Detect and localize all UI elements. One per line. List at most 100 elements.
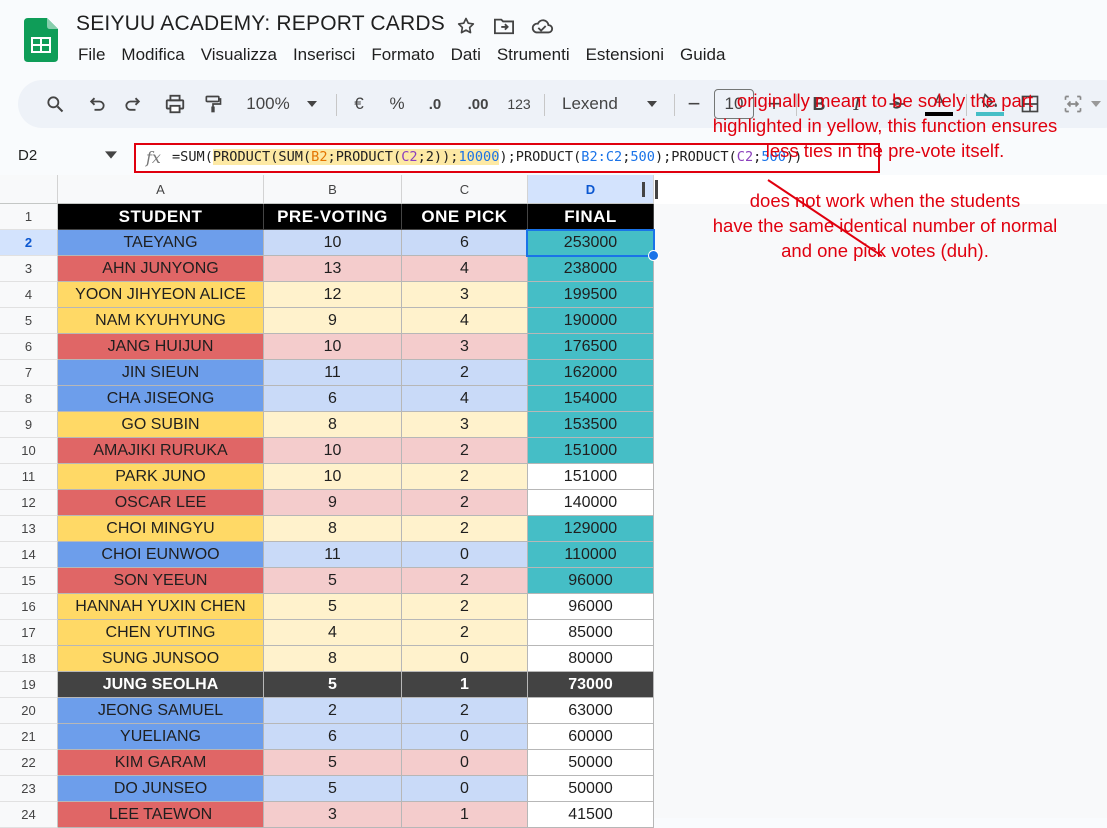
increase-decimal-button[interactable]: .00: [460, 80, 496, 128]
pre-voting-cell[interactable]: 13: [264, 256, 402, 282]
one-pick-cell[interactable]: 4: [402, 386, 528, 412]
pre-voting-cell[interactable]: 5: [264, 776, 402, 802]
pre-voting-cell[interactable]: 8: [264, 412, 402, 438]
fill-handle[interactable]: [648, 250, 659, 261]
one-pick-cell[interactable]: 3: [402, 412, 528, 438]
row-header-7[interactable]: 7: [0, 360, 58, 386]
menu-dati[interactable]: Dati: [443, 44, 489, 66]
one-pick-cell[interactable]: 0: [402, 776, 528, 802]
menu-guida[interactable]: Guida: [672, 44, 733, 66]
final-score-cell[interactable]: 80000: [528, 646, 654, 672]
row-header-3[interactable]: 3: [0, 256, 58, 282]
row-header-2[interactable]: 2: [0, 230, 58, 256]
menu-modifica[interactable]: Modifica: [113, 44, 192, 66]
print-icon[interactable]: [160, 80, 190, 128]
one-pick-cell[interactable]: 2: [402, 438, 528, 464]
paint-format-icon[interactable]: [198, 80, 228, 128]
font-select[interactable]: Lexend: [554, 80, 636, 128]
row-header-9[interactable]: 9: [0, 412, 58, 438]
final-score-cell[interactable]: 63000: [528, 698, 654, 724]
final-score-cell[interactable]: 151000: [528, 438, 654, 464]
final-score-cell[interactable]: 110000: [528, 542, 654, 568]
pre-voting-cell[interactable]: 10: [264, 464, 402, 490]
row-header-12[interactable]: 12: [0, 490, 58, 516]
pre-voting-cell[interactable]: 6: [264, 386, 402, 412]
sheets-logo-icon[interactable]: [24, 18, 58, 62]
pre-voting-cell[interactable]: 3: [264, 802, 402, 828]
row-header-11[interactable]: 11: [0, 464, 58, 490]
row-header-22[interactable]: 22: [0, 750, 58, 776]
row-header-19[interactable]: 19: [0, 672, 58, 698]
one-pick-cell[interactable]: 2: [402, 464, 528, 490]
student-name-cell[interactable]: JANG HUIJUN: [58, 334, 264, 360]
student-name-cell[interactable]: CHA JISEONG: [58, 386, 264, 412]
one-pick-cell[interactable]: 1: [402, 802, 528, 828]
redo-icon[interactable]: [118, 80, 148, 128]
menu-visualizza[interactable]: Visualizza: [193, 44, 285, 66]
final-score-cell[interactable]: 60000: [528, 724, 654, 750]
document-title[interactable]: SEIYUU ACADEMY: REPORT CARDS: [76, 12, 445, 36]
student-name-cell[interactable]: YOON JIHYEON ALICE: [58, 282, 264, 308]
row-header-20[interactable]: 20: [0, 698, 58, 724]
one-pick-cell[interactable]: 3: [402, 334, 528, 360]
student-name-cell[interactable]: JIN SIEUN: [58, 360, 264, 386]
pre-voting-cell[interactable]: 10: [264, 230, 402, 256]
final-score-cell[interactable]: 154000: [528, 386, 654, 412]
undo-icon[interactable]: [82, 80, 112, 128]
currency-format-button[interactable]: €: [346, 80, 372, 128]
percent-format-button[interactable]: %: [384, 80, 410, 128]
final-score-cell[interactable]: 190000: [528, 308, 654, 334]
pre-voting-cell[interactable]: 5: [264, 568, 402, 594]
student-name-cell[interactable]: JUNG SEOLHA: [58, 672, 264, 698]
final-score-cell[interactable]: 153500: [528, 412, 654, 438]
pre-voting-cell[interactable]: 10: [264, 334, 402, 360]
select-all-corner[interactable]: [0, 175, 58, 204]
student-name-cell[interactable]: OSCAR LEE: [58, 490, 264, 516]
row-header-8[interactable]: 8: [0, 386, 58, 412]
menu-estensioni[interactable]: Estensioni: [578, 44, 672, 66]
final-score-cell[interactable]: 96000: [528, 594, 654, 620]
column-resize-handle[interactable]: [642, 182, 645, 197]
pre-voting-cell[interactable]: 8: [264, 516, 402, 542]
move-folder-icon[interactable]: [492, 14, 516, 38]
final-score-cell[interactable]: 50000: [528, 750, 654, 776]
final-score-cell[interactable]: 96000: [528, 568, 654, 594]
search-icon[interactable]: [40, 80, 70, 128]
menu-formato[interactable]: Formato: [363, 44, 442, 66]
one-pick-cell[interactable]: 3: [402, 282, 528, 308]
pre-voting-cell[interactable]: 5: [264, 594, 402, 620]
final-score-cell[interactable]: 176500: [528, 334, 654, 360]
one-pick-cell[interactable]: 4: [402, 256, 528, 282]
one-pick-cell[interactable]: 4: [402, 308, 528, 334]
row-header-13[interactable]: 13: [0, 516, 58, 542]
name-box[interactable]: D2: [18, 147, 37, 164]
pre-voting-cell[interactable]: 11: [264, 360, 402, 386]
final-score-cell[interactable]: 140000: [528, 490, 654, 516]
final-score-cell[interactable]: 129000: [528, 516, 654, 542]
student-name-cell[interactable]: TAEYANG: [58, 230, 264, 256]
student-name-cell[interactable]: NAM KYUHYUNG: [58, 308, 264, 334]
student-name-cell[interactable]: LEE TAEWON: [58, 802, 264, 828]
star-icon[interactable]: [454, 14, 478, 38]
pre-voting-cell[interactable]: 11: [264, 542, 402, 568]
row-header-17[interactable]: 17: [0, 620, 58, 646]
row-header-14[interactable]: 14: [0, 542, 58, 568]
final-score-cell[interactable]: 253000: [528, 230, 654, 256]
student-name-cell[interactable]: CHOI EUNWOO: [58, 542, 264, 568]
column-header-c[interactable]: C: [402, 175, 528, 204]
pre-voting-cell[interactable]: 9: [264, 308, 402, 334]
menu-strumenti[interactable]: Strumenti: [489, 44, 578, 66]
column-header-d[interactable]: D: [528, 175, 654, 204]
number-format-button[interactable]: 123: [502, 80, 536, 128]
row-header-6[interactable]: 6: [0, 334, 58, 360]
spreadsheet-grid[interactable]: A B C D 1 STUDENT PRE-VOTING ONE PICK FI…: [0, 175, 1107, 828]
row-header-24[interactable]: 24: [0, 802, 58, 828]
one-pick-cell[interactable]: 0: [402, 542, 528, 568]
final-score-cell[interactable]: 238000: [528, 256, 654, 282]
row-header-5[interactable]: 5: [0, 308, 58, 334]
one-pick-cell[interactable]: 2: [402, 568, 528, 594]
final-score-cell[interactable]: 50000: [528, 776, 654, 802]
final-score-cell[interactable]: 73000: [528, 672, 654, 698]
one-pick-cell[interactable]: 0: [402, 724, 528, 750]
student-name-cell[interactable]: AMAJIKI RURUKA: [58, 438, 264, 464]
